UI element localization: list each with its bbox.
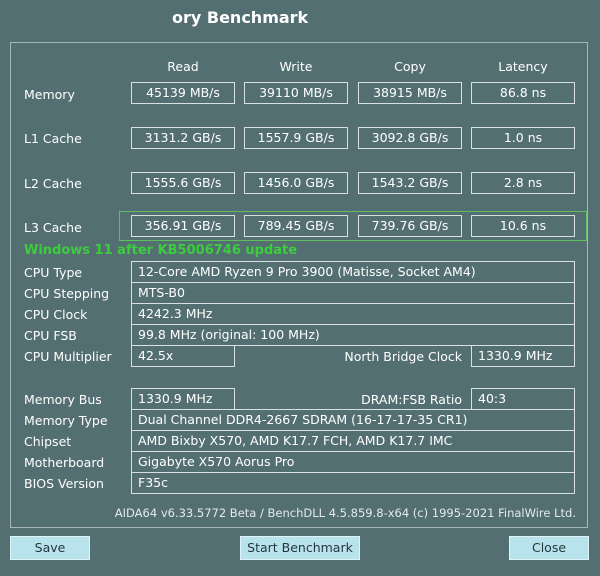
start-benchmark-button-label: Start Benchmark xyxy=(247,540,353,555)
version-footer: AIDA64 v6.33.5772 Beta / BenchDLL 4.5.85… xyxy=(114,506,576,520)
value-bios-version: F35c xyxy=(131,472,575,494)
value-motherboard: Gigabyte X570 Aorus Pro xyxy=(131,451,575,473)
value-cpu-clock: 4242.3 MHz xyxy=(131,303,575,325)
value-dram-fsb-ratio: 40:3 xyxy=(471,388,575,410)
value-cpu-multiplier: 42.5x xyxy=(131,345,235,367)
row-label-memory: Memory xyxy=(24,87,75,102)
value-chipset: AMD Bixby X570, AMD K17.7 FCH, AMD K17.7… xyxy=(131,430,575,452)
value-memory-bus: 1330.9 MHz xyxy=(131,388,235,410)
label-memory-bus: Memory Bus xyxy=(24,392,102,407)
value-cpu-stepping: MTS-B0 xyxy=(131,282,575,304)
l2-write-value: 1456.0 GB/s xyxy=(244,172,348,194)
l3-write-value: 789.45 GB/s xyxy=(244,215,348,237)
label-motherboard: Motherboard xyxy=(24,455,105,470)
label-cpu-multiplier: CPU Multiplier xyxy=(24,349,112,364)
memory-write-value: 39110 MB/s xyxy=(244,82,348,104)
value-cpu-fsb: 99.8 MHz (original: 100 MHz) xyxy=(131,324,575,346)
label-chipset: Chipset xyxy=(24,434,72,449)
label-north-bridge-clock: North Bridge Clock xyxy=(344,349,462,364)
value-cpu-type: 12-Core AMD Ryzen 9 Pro 3900 (Matisse, S… xyxy=(131,261,575,283)
value-north-bridge-clock: 1330.9 MHz xyxy=(471,345,575,367)
l3-copy-value: 739.76 GB/s xyxy=(358,215,462,237)
row-label-l2-cache: L2 Cache xyxy=(24,176,82,191)
l3-latency-value: 10.6 ns xyxy=(471,215,575,237)
label-memory-type: Memory Type xyxy=(24,413,108,428)
row-label-l3-cache: L3 Cache xyxy=(24,220,82,235)
l1-copy-value: 3092.8 GB/s xyxy=(358,127,462,149)
l1-latency-value: 1.0 ns xyxy=(471,127,575,149)
column-header-write: Write xyxy=(279,59,313,74)
label-cpu-clock: CPU Clock xyxy=(24,307,88,322)
save-button[interactable]: Save xyxy=(10,536,90,560)
l2-read-value: 1555.6 GB/s xyxy=(131,172,235,194)
column-header-read: Read xyxy=(167,59,199,74)
annotation-text: Windows 11 after KB5006746 update xyxy=(24,243,298,258)
label-cpu-fsb: CPU FSB xyxy=(24,328,77,343)
label-cpu-type: CPU Type xyxy=(24,265,83,280)
l1-read-value: 3131.2 GB/s xyxy=(131,127,235,149)
l3-read-value: 356.91 GB/s xyxy=(131,215,235,237)
label-dram-fsb-ratio: DRAM:FSB Ratio xyxy=(361,392,462,407)
label-bios-version: BIOS Version xyxy=(24,476,104,491)
value-memory-type: Dual Channel DDR4-2667 SDRAM (16-17-17-3… xyxy=(131,409,575,431)
l2-latency-value: 2.8 ns xyxy=(471,172,575,194)
row-label-l1-cache: L1 Cache xyxy=(24,131,82,146)
save-button-label: Save xyxy=(34,540,66,555)
l1-write-value: 1557.9 GB/s xyxy=(244,127,348,149)
close-button[interactable]: Close xyxy=(509,536,589,560)
l2-copy-value: 1543.2 GB/s xyxy=(358,172,462,194)
start-benchmark-button[interactable]: Start Benchmark xyxy=(240,536,360,560)
column-header-copy: Copy xyxy=(394,59,426,74)
memory-read-value: 45139 MB/s xyxy=(131,82,235,104)
label-cpu-stepping: CPU Stepping xyxy=(24,286,110,301)
close-button-label: Close xyxy=(531,540,567,555)
window-title-bar: ory Benchmark xyxy=(0,0,600,36)
memory-copy-value: 38915 MB/s xyxy=(358,82,462,104)
window-title: ory Benchmark xyxy=(172,8,309,27)
memory-latency-value: 86.8 ns xyxy=(471,82,575,104)
column-header-latency: Latency xyxy=(498,59,548,74)
